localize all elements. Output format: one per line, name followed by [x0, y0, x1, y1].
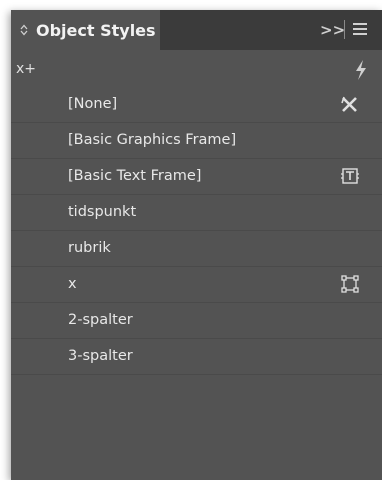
collapse-arrows-icon[interactable]: [20, 24, 28, 36]
style-label: [None]: [68, 96, 118, 112]
style-row-basic-graphics-frame[interactable]: [Basic Graphics Frame]: [11, 123, 382, 159]
graphic-frame-icon: [341, 275, 359, 293]
style-row-rubrik[interactable]: rubrik: [11, 231, 382, 267]
style-row-basic-text-frame[interactable]: [Basic Text Frame]: [11, 159, 382, 195]
style-list: [None] [Basic Graphics Frame] [Basic Tex…: [11, 87, 382, 375]
text-frame-icon: [341, 168, 359, 184]
style-row-none[interactable]: [None]: [11, 87, 382, 123]
style-row-2-spalter[interactable]: 2-spalter: [11, 303, 382, 339]
panel-tabbar: Object Styles >>: [11, 10, 382, 53]
tab-object-styles[interactable]: Object Styles: [11, 10, 160, 53]
panel-title: Object Styles: [36, 21, 156, 40]
panel-toolbar: x+: [11, 53, 382, 87]
hamburger-menu-icon[interactable]: [353, 23, 367, 35]
toolbar-text: x+: [16, 61, 37, 77]
style-label: tidspunkt: [68, 204, 137, 220]
tabbar-divider: [344, 20, 345, 39]
object-styles-panel: Object Styles >> x+ [None] [Basic Graphi…: [11, 10, 382, 480]
style-label: [Basic Graphics Frame]: [68, 132, 237, 148]
style-label: rubrik: [68, 240, 111, 256]
style-row-x[interactable]: x: [11, 267, 382, 303]
style-label: 2-spalter: [68, 312, 133, 328]
style-row-3-spalter[interactable]: 3-spalter: [11, 339, 382, 375]
no-style-icon: [341, 96, 357, 112]
lightning-icon[interactable]: [351, 59, 371, 81]
collapse-panel-button[interactable]: >>: [320, 21, 345, 39]
style-row-tidspunkt[interactable]: tidspunkt: [11, 195, 382, 231]
style-label: [Basic Text Frame]: [68, 168, 202, 184]
style-label: 3-spalter: [68, 348, 133, 364]
style-label: x: [68, 276, 77, 292]
